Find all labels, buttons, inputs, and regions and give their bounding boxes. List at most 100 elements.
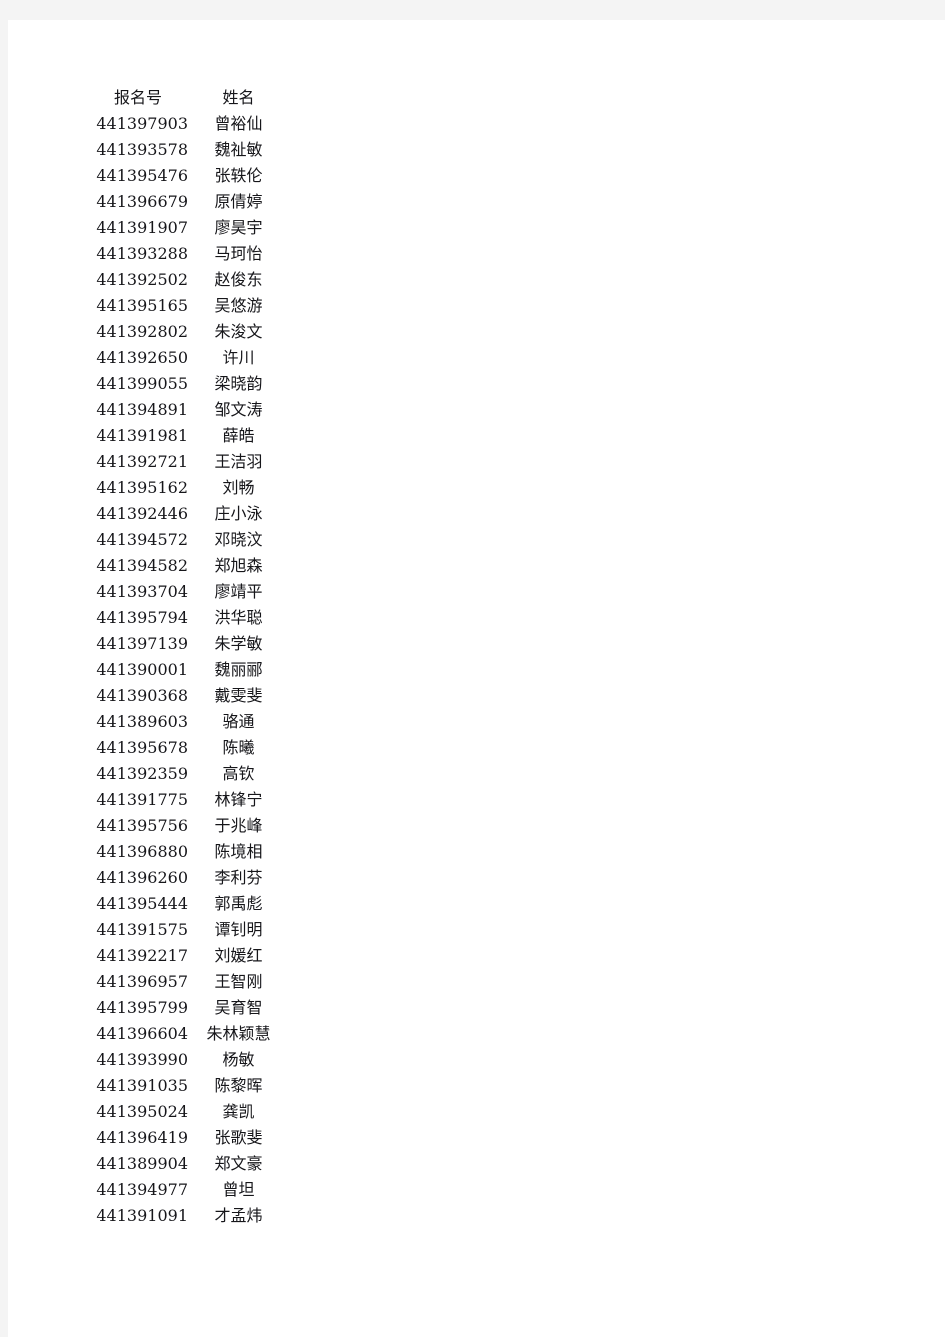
spreadsheet-sheet: 报名号 姓名 441397903 曾裕仙 441393578 魏祉敏 441395476…	[8, 20, 945, 1337]
table-row: 441389603 骆通	[88, 709, 281, 735]
table-row: 441395165 吴悠游	[88, 293, 281, 319]
cell-registration-number: 441391575	[96, 920, 188, 939]
table-row: 441392721 王洁羽	[88, 449, 281, 475]
cell-name: 吴悠游	[214, 296, 263, 315]
cell-registration-number: 441395024	[96, 1102, 188, 1121]
cell-registration-number: 441396260	[96, 868, 188, 887]
cell-name: 李利芬	[214, 868, 263, 887]
cell-name: 魏祉敏	[214, 140, 263, 159]
table-row: 441391575 谭钊明	[88, 917, 281, 943]
table-row: 441397903 曾裕仙	[88, 111, 281, 137]
table-row: 441396260 李利芬	[88, 865, 281, 891]
cell-registration-number: 441393704	[96, 582, 188, 601]
cell-name: 薛皓	[222, 426, 255, 445]
cell-registration-number: 441395678	[96, 738, 188, 757]
table-row: 441390368 戴雯斐	[88, 683, 281, 709]
table-row: 441391775 林锋宁	[88, 787, 281, 813]
table-row: 441399055 梁晓韵	[88, 371, 281, 397]
table-header-row: 报名号 姓名	[88, 85, 281, 111]
cell-registration-number: 441392359	[96, 764, 188, 783]
table-row: 441395756 于兆峰	[88, 813, 281, 839]
cell-registration-number: 441394582	[96, 556, 188, 575]
cell-registration-number: 441397139	[96, 634, 188, 653]
table-row: 441395476 张轶伦	[88, 163, 281, 189]
cell-registration-number: 441392217	[96, 946, 188, 965]
cell-name: 吴育智	[214, 998, 263, 1017]
cell-registration-number: 441391775	[96, 790, 188, 809]
cell-registration-number: 441392502	[96, 270, 188, 289]
table-row: 441392359 高钦	[88, 761, 281, 787]
table-row: 441394891 邹文涛	[88, 397, 281, 423]
cell-registration-number: 441394891	[96, 400, 188, 419]
cell-name: 王洁羽	[214, 452, 263, 471]
cell-registration-number: 441396604	[96, 1024, 188, 1043]
cell-registration-number: 441393578	[96, 140, 188, 159]
cell-registration-number: 441391907	[96, 218, 188, 237]
table-row: 441393288 马珂怡	[88, 241, 281, 267]
cell-registration-number: 441397903	[96, 114, 188, 133]
cell-name: 廖靖平	[214, 582, 263, 601]
table-row: 441392650 许川	[88, 345, 281, 371]
cell-registration-number: 441396957	[96, 972, 188, 991]
cell-registration-number: 441391981	[96, 426, 188, 445]
cell-registration-number: 441394977	[96, 1180, 188, 1199]
cell-registration-number: 441395794	[96, 608, 188, 627]
cell-name: 高钦	[222, 764, 255, 783]
cell-name: 骆通	[222, 712, 255, 731]
cell-registration-number: 441395799	[96, 998, 188, 1017]
cell-registration-number: 441389603	[96, 712, 188, 731]
table-header: 报名号 姓名	[88, 85, 281, 111]
cell-name: 邹文涛	[214, 400, 263, 419]
cell-name: 戴雯斐	[214, 686, 263, 705]
column-header-name: 姓名	[222, 88, 255, 107]
cell-name: 于兆峰	[214, 816, 263, 835]
cell-registration-number: 441399055	[96, 374, 188, 393]
cell-registration-number: 441392650	[96, 348, 188, 367]
column-header-registration-number: 报名号	[113, 88, 162, 107]
table-row: 441391907 廖昊宇	[88, 215, 281, 241]
cell-registration-number: 441395756	[96, 816, 188, 835]
table-row: 441397139 朱学敏	[88, 631, 281, 657]
cell-registration-number: 441391091	[96, 1206, 188, 1225]
cell-name: 谭钊明	[214, 920, 263, 939]
cell-name: 邓晓汶	[214, 530, 263, 549]
table-row: 441392802 朱浚文	[88, 319, 281, 345]
cell-name: 郭禹彪	[214, 894, 263, 913]
cell-registration-number: 441393288	[96, 244, 188, 263]
table-row: 441396604 朱林颖慧	[88, 1021, 281, 1047]
table-row: 441392446 庄小泳	[88, 501, 281, 527]
cell-name: 朱林颖慧	[206, 1024, 271, 1043]
table-row: 441393704 廖靖平	[88, 579, 281, 605]
cell-name: 许川	[222, 348, 255, 367]
cell-name: 陈境相	[214, 842, 263, 861]
cell-name: 梁晓韵	[214, 374, 263, 393]
cell-name: 赵俊东	[214, 270, 263, 289]
cell-registration-number: 441389904	[96, 1154, 188, 1173]
cell-name: 曾坦	[222, 1180, 255, 1199]
table-body: 441397903 曾裕仙 441393578 魏祉敏 441395476 张轶伦 4413…	[88, 111, 281, 1229]
cell-registration-number: 441395476	[96, 166, 188, 185]
cell-name: 陈黎晖	[214, 1076, 263, 1095]
table-row: 441391981 薛皓	[88, 423, 281, 449]
cell-name: 才孟炜	[214, 1206, 263, 1225]
table-row: 441395799 吴育智	[88, 995, 281, 1021]
cell-name: 郑文豪	[214, 1154, 263, 1173]
cell-registration-number: 441392802	[96, 322, 188, 341]
cell-registration-number: 441396679	[96, 192, 188, 211]
cell-name: 张轶伦	[214, 166, 263, 185]
cell-registration-number: 441395165	[96, 296, 188, 315]
cell-name: 陈曦	[222, 738, 255, 757]
cell-name: 马珂怡	[214, 244, 263, 263]
table-row: 441396880 陈境相	[88, 839, 281, 865]
cell-name: 刘畅	[222, 478, 255, 497]
cell-name: 张歌斐	[214, 1128, 263, 1147]
cell-registration-number: 441395162	[96, 478, 188, 497]
cell-registration-number: 441392721	[96, 452, 188, 471]
cell-name: 庄小泳	[214, 504, 263, 523]
cell-name: 廖昊宇	[214, 218, 263, 237]
cell-registration-number: 441393990	[96, 1050, 188, 1069]
cell-name: 曾裕仙	[214, 114, 263, 133]
table-row: 441392502 赵俊东	[88, 267, 281, 293]
cell-registration-number: 441390368	[96, 686, 188, 705]
table-row: 441394572 邓晓汶	[88, 527, 281, 553]
